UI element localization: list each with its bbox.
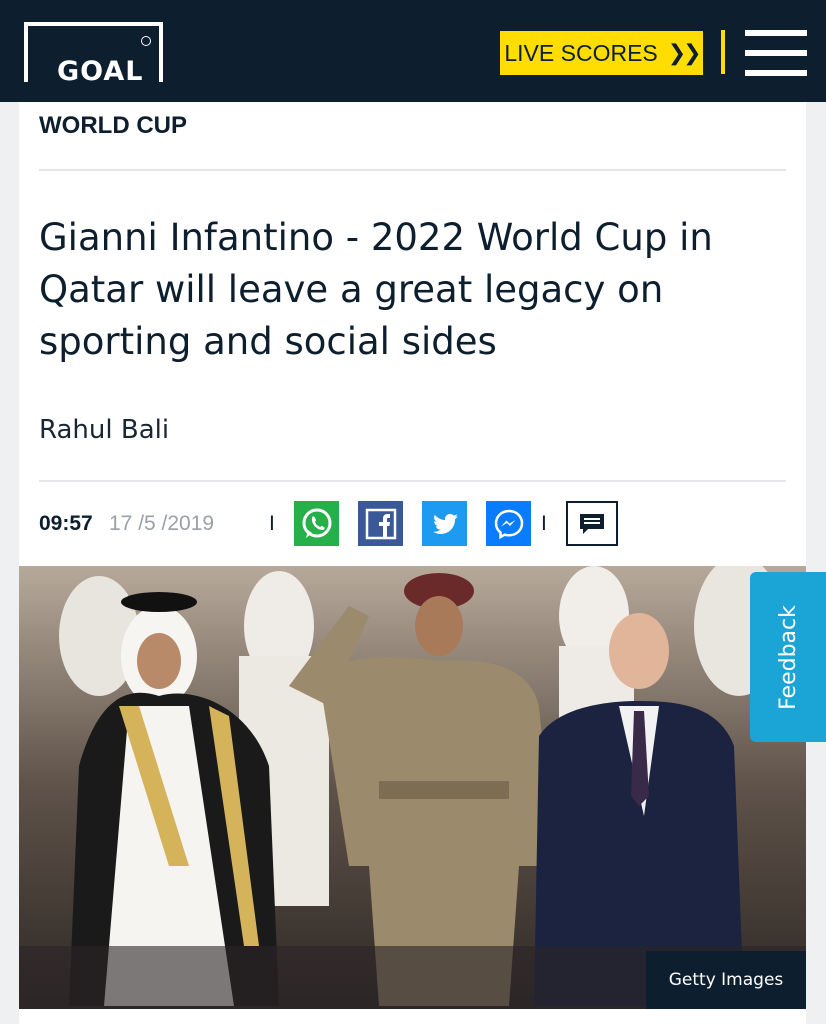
comment-icon <box>580 513 604 534</box>
author-name[interactable]: Rahul Bali <box>39 415 169 445</box>
logo-text: GOAL <box>54 58 147 86</box>
divider <box>39 169 786 171</box>
messenger-icon <box>494 509 523 539</box>
whatsapp-icon <box>302 508 331 538</box>
feedback-label: Feedback <box>775 604 801 710</box>
share-whatsapp-button[interactable] <box>294 501 339 546</box>
facebook-icon <box>365 508 396 539</box>
hamburger-menu-icon[interactable] <box>745 30 807 76</box>
trademark-icon <box>141 36 151 46</box>
article-card: WORLD CUP Gianni Infantino - 2022 World … <box>19 102 806 1024</box>
photo-illustration <box>19 566 806 1009</box>
article-photo: Getty Images <box>19 566 806 1009</box>
share-facebook-button[interactable] <box>358 501 403 546</box>
double-chevron-right-icon: ❯❯ <box>667 40 702 66</box>
live-scores-button[interactable]: LIVE SCORES ❯❯ <box>500 31 703 75</box>
live-scores-label: LIVE SCORES <box>504 39 658 66</box>
twitter-icon <box>432 513 458 534</box>
feedback-tab[interactable]: Feedback <box>750 572 826 742</box>
separator: I <box>541 512 547 535</box>
share-messenger-button[interactable] <box>486 501 531 546</box>
comments-button[interactable] <box>566 501 618 546</box>
publish-date: 17 /5 /2019 <box>109 512 215 535</box>
category-link[interactable]: WORLD CUP <box>39 112 187 140</box>
top-header-bar: GOAL LIVE SCORES ❯❯ <box>0 0 826 102</box>
article-headline: Gianni Infantino - 2022 World Cup in Qat… <box>39 216 713 363</box>
publish-time: 09:57 <box>39 512 93 535</box>
header-divider <box>721 30 725 74</box>
image-credit: Getty Images <box>646 951 806 1009</box>
goal-logo[interactable]: GOAL <box>24 22 163 86</box>
divider <box>39 480 786 482</box>
separator: I <box>269 512 275 535</box>
share-twitter-button[interactable] <box>422 501 467 546</box>
article-meta-bar: 09:57 17 /5 /2019 I I <box>39 500 786 548</box>
